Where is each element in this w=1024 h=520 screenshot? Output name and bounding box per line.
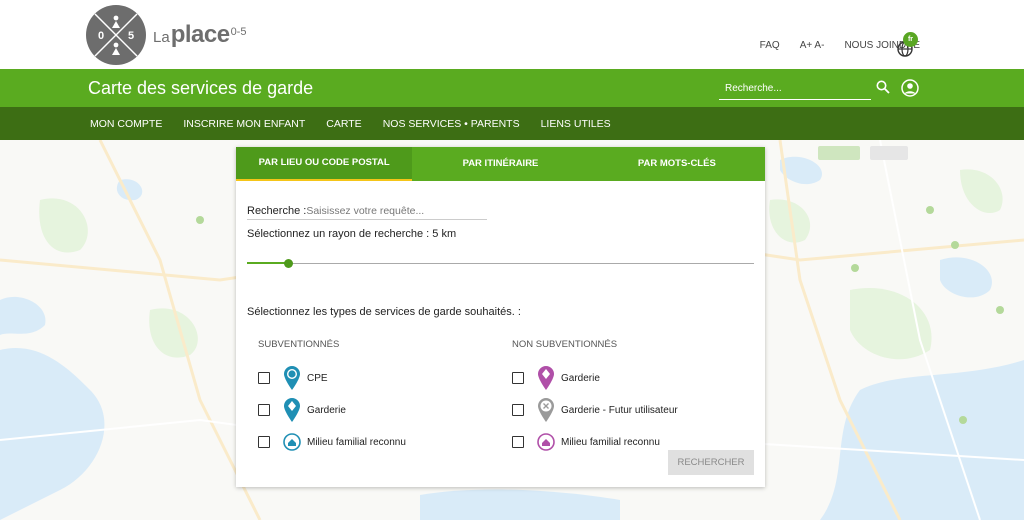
subsidized-heading: SUBVENTIONNÉS — [258, 339, 340, 350]
option-label: Milieu familial reconnu — [561, 436, 660, 448]
top-header: 0 5 La place 0-5 FAQ A+ A- NOUS JOINDRE … — [0, 0, 1024, 69]
option-nonsub-future: Garderie - Futur utilisateur — [512, 394, 678, 426]
non-subsidized-heading: NON SUBVENTIONNÉS — [512, 339, 618, 350]
main-nav: MON COMPTE INSCRIRE MON ENFANT CARTE NOS… — [0, 107, 1024, 140]
option-nonsub-garderie: Garderie — [512, 362, 678, 394]
logo[interactable]: 0 5 La place 0-5 — [85, 4, 246, 66]
option-label: Milieu familial reconnu — [307, 436, 406, 448]
checkbox-nonsub-garderie[interactable] — [512, 372, 524, 384]
garderie-pin-icon — [538, 366, 554, 390]
logo-la: La — [153, 29, 170, 46]
nav-item-links[interactable]: LIENS UTILES — [541, 118, 611, 130]
nav-item-enroll[interactable]: INSCRIRE MON ENFANT — [183, 118, 305, 130]
non-subsidized-column: NON SUBVENTIONNÉS Garderie Garderie - Fu… — [512, 339, 678, 458]
logo-age: 0-5 — [230, 26, 247, 38]
checkbox-subsidized-garderie[interactable] — [258, 404, 270, 416]
page-title: Carte des services de garde — [88, 78, 314, 98]
radius-label: Sélectionnez un rayon de recherche : 5 k… — [247, 228, 457, 240]
search-panel: PAR LIEU OU CODE POSTAL PAR ITINÉRAIRE P… — [236, 147, 765, 487]
language-badge[interactable]: fr — [903, 32, 918, 47]
option-label: CPE — [307, 372, 328, 384]
checkbox-nonsub-future[interactable] — [512, 404, 524, 416]
radius-slider[interactable] — [247, 259, 754, 269]
option-label: Garderie — [307, 404, 346, 416]
logo-wordmark: La place 0-5 — [153, 21, 246, 49]
search-field-label: Recherche : — [247, 205, 307, 217]
tab-itinerary[interactable]: PAR ITINÉRAIRE — [412, 147, 588, 181]
slider-thumb[interactable] — [284, 259, 293, 268]
search-field: Recherche : — [247, 203, 487, 220]
home-circle-icon — [283, 433, 301, 451]
logo-badge-icon: 0 5 — [86, 5, 146, 65]
font-size-link[interactable]: A+ A- — [800, 40, 825, 51]
tab-location[interactable]: PAR LIEU OU CODE POSTAL — [236, 147, 413, 181]
types-label: Sélectionnez les types de services de ga… — [247, 306, 521, 318]
nav-item-account[interactable]: MON COMPTE — [90, 118, 162, 130]
future-user-pin-icon — [538, 398, 554, 422]
option-label: Garderie — [561, 372, 600, 384]
option-label: Garderie - Futur utilisateur — [561, 404, 678, 416]
top-links: FAQ A+ A- NOUS JOINDRE — [740, 40, 920, 51]
search-tabs: PAR LIEU OU CODE POSTAL PAR ITINÉRAIRE P… — [236, 147, 765, 181]
map-control-chip[interactable] — [870, 146, 908, 160]
header-search — [719, 78, 871, 100]
home-circle-icon — [537, 433, 555, 451]
checkbox-subsidized-cpe[interactable] — [258, 372, 270, 384]
user-account-icon[interactable] — [901, 79, 919, 97]
logo-digit-left: 0 — [98, 30, 104, 42]
option-nonsub-milieu: Milieu familial reconnu — [512, 426, 678, 458]
checkbox-subsidized-milieu[interactable] — [258, 436, 270, 448]
option-subsidized-garderie: Garderie — [258, 394, 406, 426]
option-subsidized-milieu: Milieu familial reconnu — [258, 426, 406, 458]
logo-place: place — [170, 21, 230, 48]
slider-track — [247, 263, 754, 264]
title-bar: Carte des services de garde — [0, 69, 1024, 107]
nav-item-services[interactable]: NOS SERVICES • PARENTS — [383, 118, 520, 130]
logo-digit-right: 5 — [128, 30, 134, 42]
checkbox-nonsub-milieu[interactable] — [512, 436, 524, 448]
header-search-input[interactable] — [719, 78, 869, 99]
search-icon[interactable] — [876, 80, 890, 94]
option-subsidized-cpe: CPE — [258, 362, 406, 394]
map-control-chip[interactable] — [818, 146, 860, 160]
nav-item-map[interactable]: CARTE — [326, 118, 361, 130]
cpe-pin-icon — [284, 366, 300, 390]
subsidized-column: SUBVENTIONNÉS CPE Garderie Milieu famili… — [258, 339, 406, 458]
slider-fill — [247, 262, 288, 264]
faq-link[interactable]: FAQ — [760, 40, 780, 51]
search-button[interactable]: RECHERCHER — [668, 450, 754, 475]
search-query-input[interactable] — [306, 205, 487, 217]
tab-keywords[interactable]: PAR MOTS-CLÉS — [589, 147, 765, 181]
garderie-pin-icon — [284, 398, 300, 422]
